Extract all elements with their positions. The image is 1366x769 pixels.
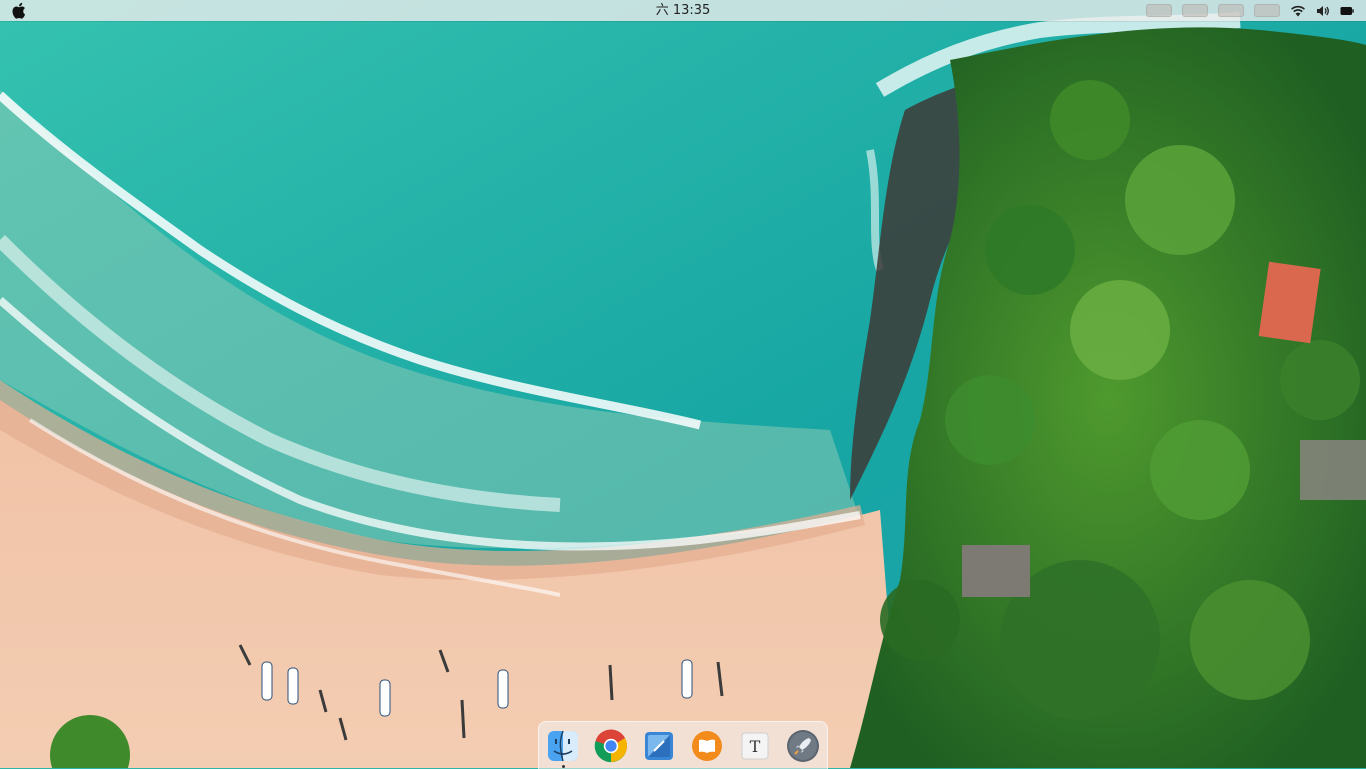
app-indicator-1-icon[interactable] [1146,2,1172,19]
app-indicator-3-icon[interactable] [1218,2,1244,19]
app-indicator-2-icon[interactable] [1182,2,1208,19]
dock-item-finder[interactable] [545,728,581,768]
dock-item-chrome[interactable] [593,728,629,764]
finder-icon [548,730,578,761]
dock-item-text-editor[interactable]: T [737,728,773,764]
desktop-wallpaper [0,0,1366,768]
text-editor-icon: T [741,732,769,759]
chrome-icon [594,728,628,762]
app-indicator-4-icon[interactable] [1254,2,1280,19]
wifi-icon[interactable] [1290,2,1306,19]
running-indicator [561,764,565,768]
clock-text[interactable]: 六 13:35 [656,3,711,18]
books-icon [692,730,722,761]
dock: T [538,721,828,769]
volume-icon[interactable] [1316,2,1330,19]
status-area [1146,2,1354,19]
dock-item-launchpad[interactable] [785,728,821,764]
launchpad-icon [787,729,819,762]
menu-bar: 六 13:35 [0,0,1366,21]
text-editor-glyph: T [750,737,761,756]
dock-item-books[interactable] [689,728,725,764]
dock-item-preview[interactable] [641,728,677,764]
preview-icon [645,731,673,760]
battery-icon[interactable] [1340,2,1354,19]
apple-logo-icon[interactable] [8,1,28,20]
